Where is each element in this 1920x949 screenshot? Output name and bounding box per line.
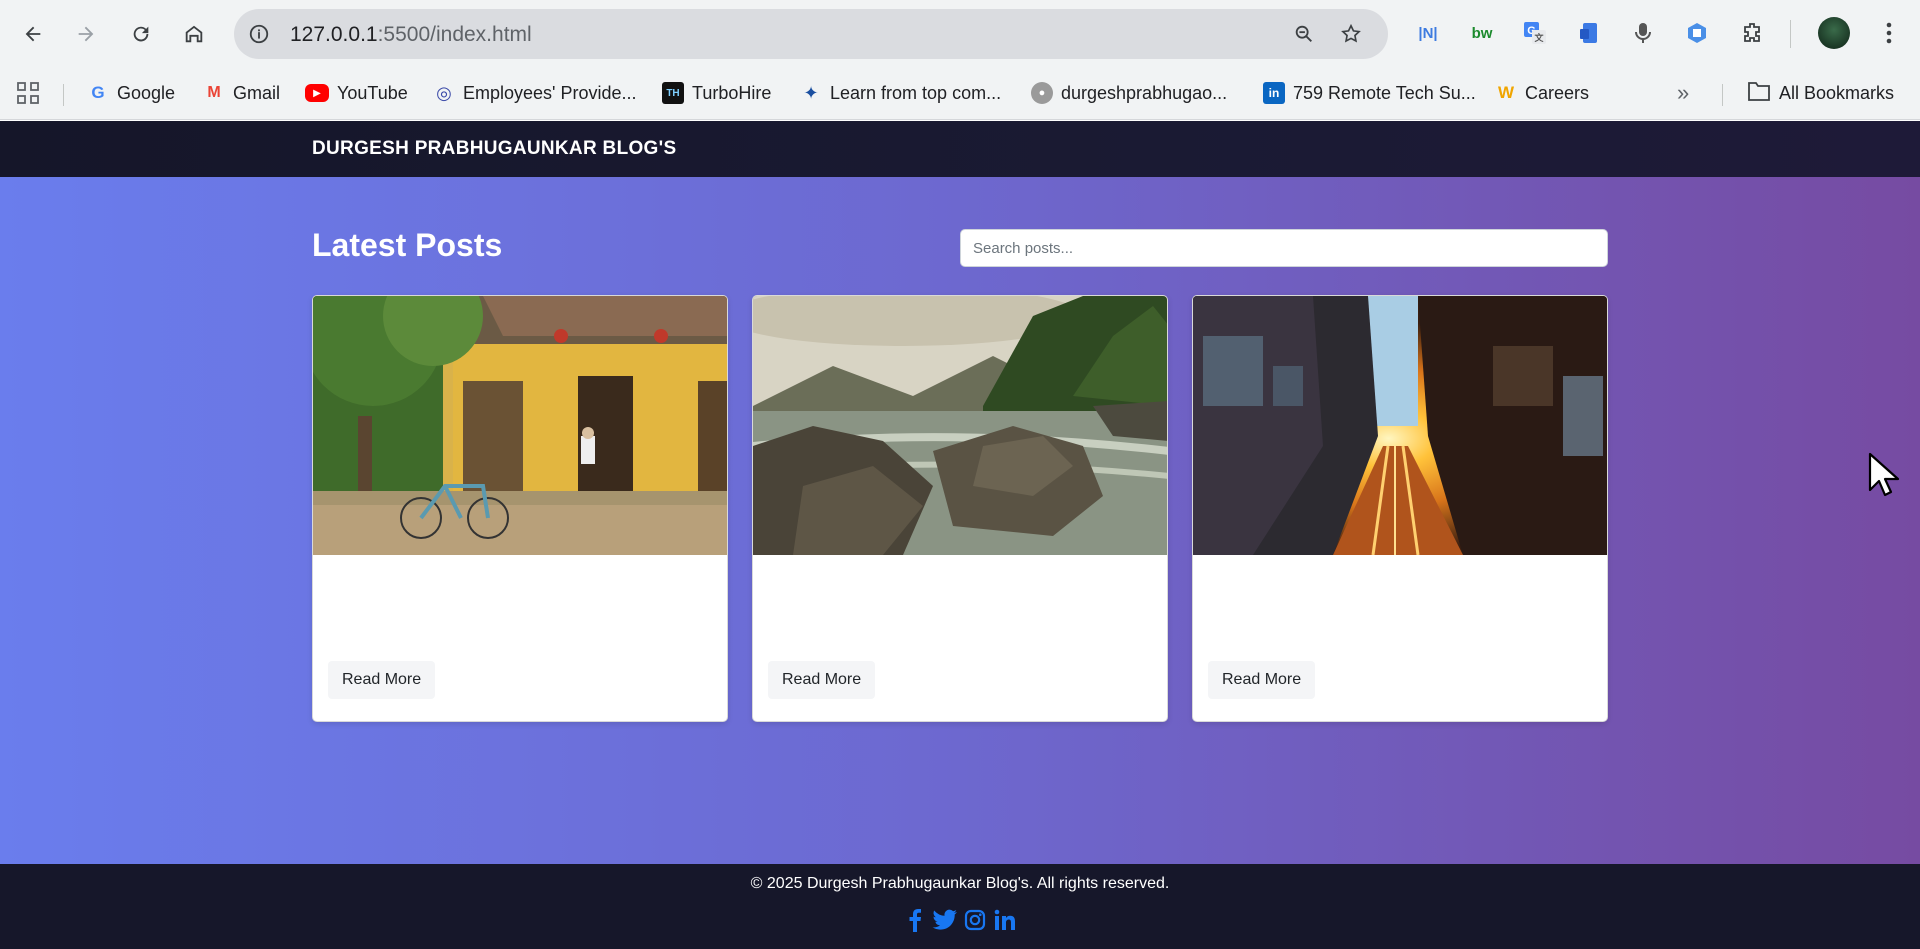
bookmark-github[interactable]: ● durgeshprabhugao...	[1031, 78, 1227, 108]
bookmark-learn[interactable]: ✦ Learn from top com...	[800, 78, 1001, 108]
read-more-button[interactable]: Read More	[1208, 661, 1316, 699]
bookmark-google[interactable]: G Google	[87, 78, 175, 108]
bookmark-label: Google	[117, 82, 176, 103]
more-bookmarks-icon[interactable]: »	[1677, 78, 1689, 108]
bookmark-label: durgeshprabhugao...	[1061, 82, 1228, 103]
zoom-icon[interactable]	[1291, 21, 1317, 47]
url-host: 127.0.0.1	[290, 23, 378, 46]
star-icon[interactable]	[1338, 21, 1364, 47]
home-icon[interactable]	[174, 14, 214, 54]
learn-icon: ✦	[803, 82, 819, 103]
url-text[interactable]: 127.0.0.1:5500/index.html	[290, 23, 532, 47]
bookmark-epfo[interactable]: ◎ Employees' Provide...	[433, 78, 637, 108]
site-footer: © 2025 Durgesh Prabhugaunkar Blog's. All…	[0, 864, 1920, 949]
browser-toolbar: 127.0.0.1:5500/index.html |N| bw G文	[0, 0, 1920, 66]
gmail-icon: M	[207, 84, 221, 101]
copyright-text: © 2025 Durgesh Prabhugaunkar Blog's. All…	[750, 875, 1170, 892]
search-input[interactable]	[960, 229, 1608, 267]
post-card: Read More	[752, 295, 1168, 722]
folder-icon	[1747, 80, 1771, 107]
bw-extension-icon[interactable]: bw	[1467, 18, 1497, 48]
bars-extension-icon[interactable]: |N|	[1413, 18, 1443, 48]
bookmark-label: Learn from top com...	[830, 82, 1002, 103]
bookmark-label: 759 Remote Tech Su...	[1293, 82, 1476, 103]
shield-extension-icon[interactable]	[1682, 18, 1712, 48]
github-icon: ●	[1031, 82, 1053, 104]
yellow-house-bicycle-photo[interactable]	[313, 296, 727, 555]
all-bookmarks[interactable]: All Bookmarks	[1747, 78, 1894, 108]
posts-section: Latest Posts Search posts... Read More R…	[0, 177, 1920, 864]
menu-icon[interactable]	[1874, 18, 1904, 48]
read-more-button[interactable]: Read More	[328, 661, 436, 699]
page-heading: Latest Posts	[312, 227, 503, 263]
bookmark-turbohire[interactable]: TH TurboHire	[662, 78, 771, 108]
bookmark-careers[interactable]: W Careers	[1495, 78, 1589, 108]
bookmark-label: YouTube	[337, 82, 408, 103]
doc-extension-icon[interactable]	[1575, 18, 1605, 48]
reload-icon[interactable]	[121, 14, 161, 54]
facebook-icon[interactable]	[902, 906, 928, 934]
forward-icon[interactable]	[66, 14, 106, 54]
bookmark-linkedin[interactable]: in 759 Remote Tech Su...	[1263, 78, 1476, 108]
turbohire-icon: TH	[662, 82, 684, 104]
extensions-icon[interactable]	[1737, 18, 1767, 48]
post-card-body: Read More	[1193, 555, 1607, 721]
svg-text:文: 文	[1533, 32, 1544, 43]
post-card: Read More	[312, 295, 728, 722]
twitter-icon[interactable]	[932, 906, 958, 934]
street-sunset-photo[interactable]	[1193, 296, 1607, 555]
bookmark-youtube[interactable]: ▶ YouTube	[305, 78, 408, 108]
site-navbar: DURGESH PRABHUGAUNKAR BLOG'S	[0, 121, 1920, 177]
linkedin-icon[interactable]	[992, 906, 1018, 934]
apps-icon[interactable]	[16, 78, 40, 108]
river-rocks-photo[interactable]	[753, 296, 1167, 555]
linkedin-icon: in	[1263, 82, 1285, 104]
translate-extension-icon[interactable]: G文	[1520, 18, 1550, 48]
bookmark-label: Gmail	[233, 82, 281, 103]
toolbar-divider	[1790, 20, 1791, 48]
site-title[interactable]: DURGESH PRABHUGAUNKAR BLOG'S	[312, 138, 676, 160]
post-card-body: Read More	[753, 555, 1167, 721]
address-bar[interactable]: 127.0.0.1:5500/index.html	[234, 9, 1388, 59]
profile-avatar[interactable]	[1818, 17, 1850, 49]
epfo-icon: ◎	[436, 82, 452, 103]
bookmark-gmail[interactable]: M Gmail	[203, 78, 280, 108]
site-info-icon[interactable]	[246, 21, 272, 47]
mouse-cursor-icon	[1868, 452, 1900, 497]
url-path: :5500/index.html	[377, 23, 532, 46]
post-card-body: Read More	[313, 555, 727, 721]
bookmark-label: Employees' Provide...	[463, 82, 637, 103]
careers-icon: W	[1497, 83, 1515, 102]
bookmarks-bar: G Google M Gmail ▶ YouTube ◎ Employees' …	[0, 66, 1920, 120]
bookmark-label: TurboHire	[692, 82, 772, 103]
youtube-icon: ▶	[305, 84, 329, 102]
mic-extension-icon[interactable]	[1628, 18, 1658, 48]
post-card: Read More	[1192, 295, 1608, 722]
instagram-icon[interactable]	[962, 906, 988, 934]
bookmark-label: Careers	[1525, 82, 1590, 103]
google-icon: G	[91, 83, 105, 102]
bookmarks-divider	[63, 84, 64, 106]
social-links	[0, 906, 1920, 934]
all-bookmarks-label: All Bookmarks	[1779, 82, 1895, 103]
read-more-button[interactable]: Read More	[768, 661, 876, 699]
back-icon[interactable]	[13, 14, 53, 54]
bookmarks-divider	[1722, 84, 1723, 106]
